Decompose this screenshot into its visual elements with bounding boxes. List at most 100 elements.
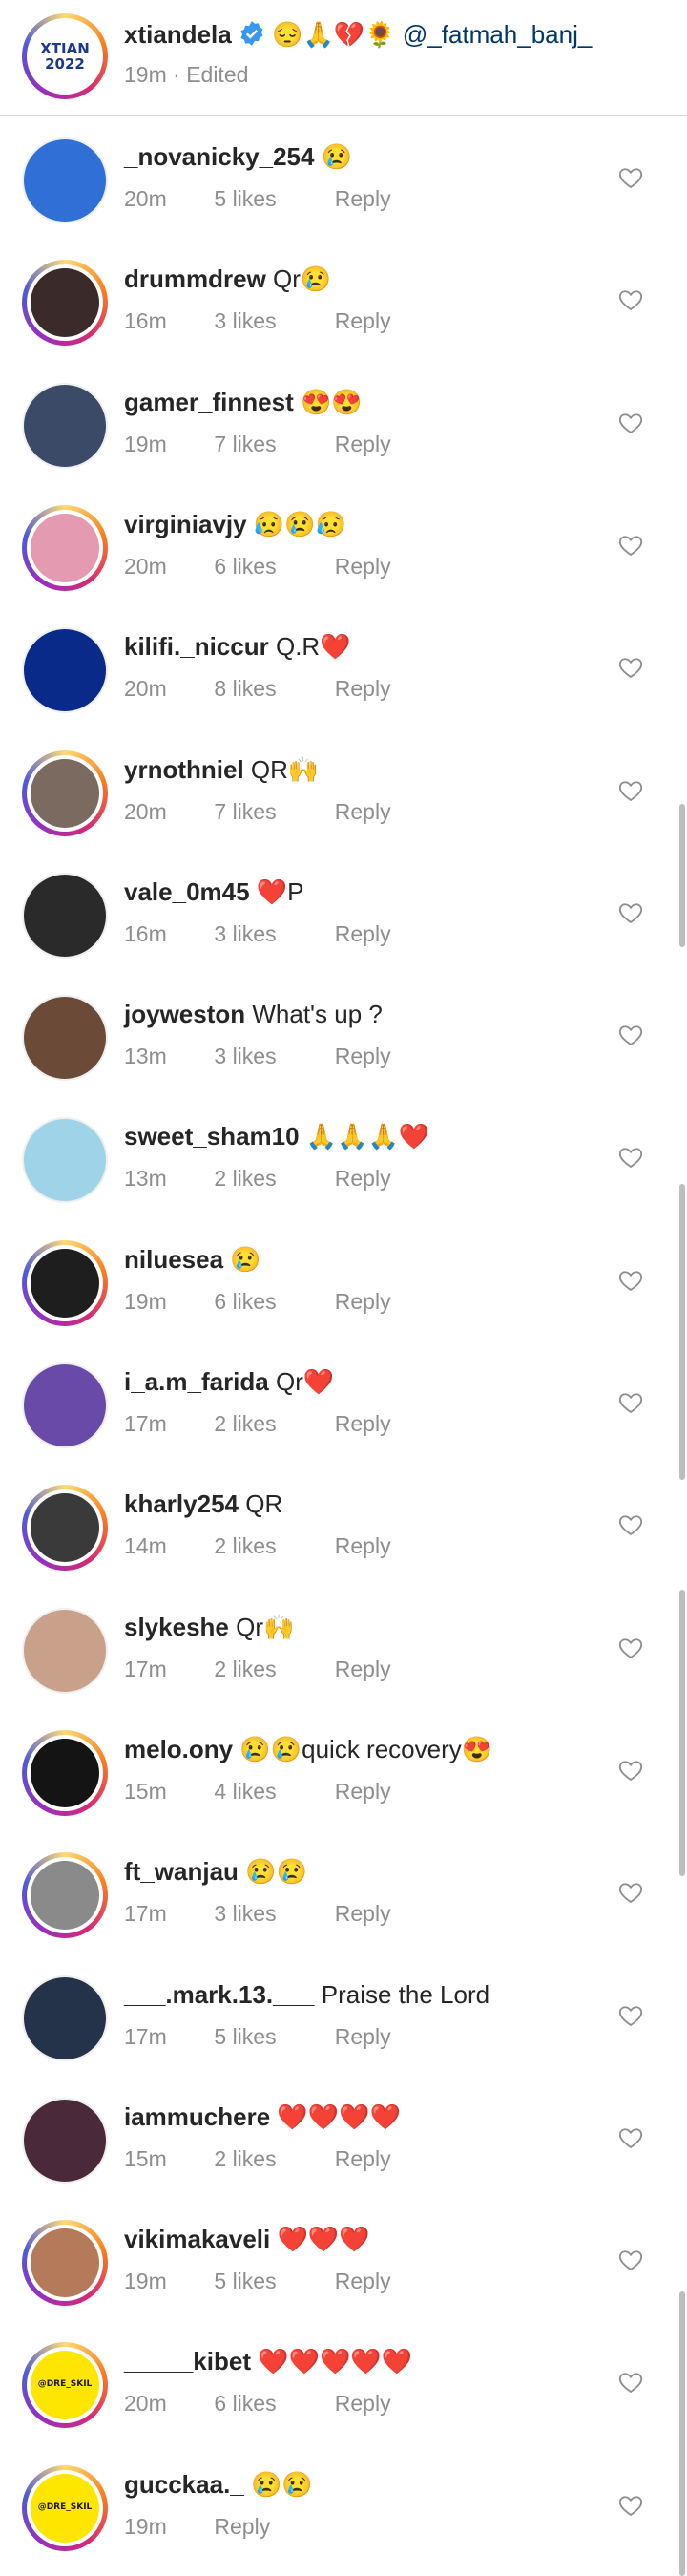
- like-heart-icon[interactable]: [616, 2124, 645, 2151]
- reply-button[interactable]: Reply: [335, 2266, 391, 2296]
- comment-username[interactable]: kharly254: [124, 1489, 239, 1518]
- reply-button[interactable]: Reply: [335, 1286, 391, 1317]
- like-heart-icon[interactable]: [616, 1389, 645, 1416]
- comment-likes[interactable]: 3 likes: [214, 918, 328, 949]
- comment-likes[interactable]: 6 likes: [214, 2388, 328, 2418]
- like-heart-icon[interactable]: [616, 2492, 645, 2519]
- reply-button[interactable]: Reply: [335, 1163, 391, 1193]
- reply-button[interactable]: Reply: [335, 1531, 391, 1561]
- comment-likes[interactable]: 5 likes: [214, 2021, 328, 2052]
- scrollbar-segment[interactable]: [679, 804, 685, 947]
- commenter-avatar[interactable]: [22, 2097, 108, 2184]
- commenter-avatar[interactable]: [22, 872, 108, 959]
- comment-username[interactable]: vikimakaveli: [124, 2225, 270, 2253]
- reply-button[interactable]: Reply: [335, 2021, 391, 2052]
- commenter-avatar[interactable]: @DRE_SKIL: [22, 2342, 108, 2429]
- comment-likes[interactable]: 8 likes: [214, 673, 328, 704]
- commenter-avatar[interactable]: [22, 2220, 108, 2307]
- commenter-avatar[interactable]: [22, 1362, 108, 1448]
- comment-username[interactable]: kilifi._niccur: [124, 632, 269, 661]
- comment-likes[interactable]: 7 likes: [214, 429, 328, 459]
- comment-likes[interactable]: 4 likes: [214, 1776, 328, 1806]
- comment-username[interactable]: gucckaa._: [124, 2470, 244, 2499]
- comment-username[interactable]: gamer_finnest: [124, 388, 294, 416]
- comment-likes[interactable]: 3 likes: [214, 306, 328, 336]
- like-heart-icon[interactable]: [616, 2002, 645, 2029]
- comment-username[interactable]: yrnothniel: [124, 755, 244, 784]
- reply-button[interactable]: Reply: [335, 1898, 391, 1929]
- reply-button[interactable]: Reply: [335, 306, 391, 336]
- comment-likes[interactable]: 2 likes: [214, 1654, 328, 1684]
- commenter-avatar[interactable]: [22, 1729, 108, 1816]
- like-heart-icon[interactable]: [616, 1757, 645, 1784]
- reply-button[interactable]: Reply: [335, 2143, 391, 2174]
- author-username[interactable]: xtiandela: [124, 20, 232, 49]
- like-heart-icon[interactable]: [616, 410, 645, 436]
- comment-likes[interactable]: 2 likes: [214, 1408, 328, 1439]
- commenter-avatar[interactable]: [22, 1974, 108, 2061]
- comment-likes[interactable]: 2 likes: [214, 1531, 328, 1561]
- like-heart-icon[interactable]: [616, 654, 645, 681]
- reply-button[interactable]: Reply: [335, 1041, 391, 1071]
- like-heart-icon[interactable]: [616, 1511, 645, 1538]
- like-heart-icon[interactable]: [616, 1635, 645, 1661]
- commenter-avatar[interactable]: [22, 1485, 108, 1572]
- reply-button[interactable]: Reply: [335, 429, 391, 459]
- comment-username[interactable]: virginiavjy: [124, 510, 247, 538]
- comment-likes[interactable]: 5 likes: [214, 2266, 328, 2296]
- reply-button[interactable]: Reply: [335, 2388, 391, 2418]
- comment-username[interactable]: sweet_sham10: [124, 1122, 300, 1151]
- like-heart-icon[interactable]: [616, 1879, 645, 1906]
- commenter-avatar[interactable]: [22, 1852, 108, 1939]
- comment-username[interactable]: niluesea: [124, 1245, 223, 1274]
- comment-username[interactable]: slykeshe: [124, 1613, 229, 1641]
- comment-username[interactable]: ___.mark.13.___: [124, 1980, 315, 2009]
- commenter-avatar[interactable]: [22, 995, 108, 1082]
- comment-likes[interactable]: 6 likes: [214, 551, 328, 581]
- commenter-avatar[interactable]: [22, 1607, 108, 1694]
- commenter-avatar[interactable]: @DRE_SKIL: [22, 2464, 108, 2551]
- comment-username[interactable]: ft_wanjau: [124, 1857, 239, 1886]
- like-heart-icon[interactable]: [616, 2369, 645, 2396]
- like-heart-icon[interactable]: [616, 532, 645, 559]
- commenter-avatar[interactable]: [22, 260, 108, 347]
- comment-username[interactable]: iammuchere: [124, 2102, 270, 2131]
- comment-username[interactable]: _novanicky_254: [124, 142, 314, 171]
- comment-username[interactable]: vale_0m45: [124, 877, 250, 906]
- commenter-avatar[interactable]: [22, 750, 108, 836]
- scrollbar-segment[interactable]: [679, 1184, 685, 1480]
- reply-button[interactable]: Reply: [214, 2511, 270, 2542]
- commenter-avatar[interactable]: [22, 1117, 108, 1204]
- scrollbar-segment[interactable]: [679, 2291, 685, 2576]
- comment-username[interactable]: melo.ony: [124, 1735, 233, 1763]
- commenter-avatar[interactable]: [22, 504, 108, 591]
- like-heart-icon[interactable]: [616, 2247, 645, 2273]
- comment-username[interactable]: drummdrew: [124, 264, 266, 293]
- reply-button[interactable]: Reply: [335, 1776, 391, 1806]
- comment-likes[interactable]: 6 likes: [214, 1286, 328, 1317]
- commenter-avatar[interactable]: [22, 382, 108, 469]
- like-heart-icon[interactable]: [616, 899, 645, 926]
- reply-button[interactable]: Reply: [335, 183, 391, 214]
- reply-button[interactable]: Reply: [335, 1408, 391, 1439]
- comment-likes[interactable]: 3 likes: [214, 1898, 328, 1929]
- like-heart-icon[interactable]: [616, 777, 645, 804]
- comment-likes[interactable]: 5 likes: [214, 183, 328, 214]
- reply-button[interactable]: Reply: [335, 918, 391, 949]
- commenter-avatar[interactable]: [22, 137, 108, 223]
- comment-likes[interactable]: 3 likes: [214, 1041, 328, 1071]
- comment-username[interactable]: joyweston: [124, 1000, 245, 1028]
- commenter-avatar[interactable]: [22, 1239, 108, 1326]
- like-heart-icon[interactable]: [616, 1267, 645, 1294]
- scrollbar-segment[interactable]: [679, 1590, 685, 1876]
- comment-likes[interactable]: 7 likes: [214, 796, 328, 827]
- reply-button[interactable]: Reply: [335, 796, 391, 827]
- comment-username[interactable]: _____kibet: [124, 2347, 251, 2375]
- like-heart-icon[interactable]: [616, 164, 645, 191]
- reply-button[interactable]: Reply: [335, 673, 391, 704]
- comment-username[interactable]: i_a.m_farida: [124, 1367, 269, 1396]
- like-heart-icon[interactable]: [616, 1022, 645, 1048]
- reply-button[interactable]: Reply: [335, 551, 391, 581]
- reply-button[interactable]: Reply: [335, 1654, 391, 1684]
- author-avatar[interactable]: XTIAN 2022: [22, 13, 108, 99]
